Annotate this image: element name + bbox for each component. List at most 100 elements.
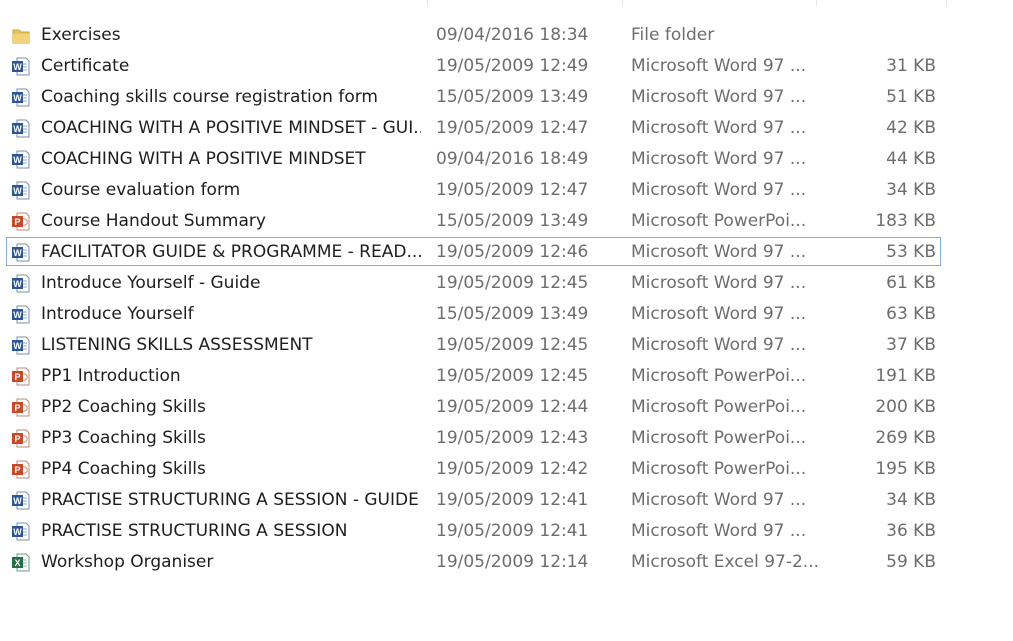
file-size: 34 KB (886, 490, 936, 510)
powerpoint-icon: P (12, 460, 30, 479)
file-name: Coaching skills course registration form (41, 87, 378, 107)
file-type: Microsoft PowerPoi... (631, 459, 807, 479)
powerpoint-icon: P (12, 429, 30, 448)
svg-text:W: W (13, 124, 22, 134)
file-type: Microsoft PowerPoi... (631, 397, 807, 417)
powerpoint-icon: P (12, 212, 30, 231)
file-row[interactable]: W PRACTISE STRUCTURING A SESSION - GUIDE 1… (6, 485, 941, 514)
file-name: Introduce Yourself (41, 304, 194, 324)
column-divider-date (427, 0, 428, 6)
file-type: Microsoft Excel 97-2... (631, 552, 819, 572)
file-row[interactable]: Exercises 09/04/2016 18:34 File folder (6, 20, 941, 49)
file-size: 36 KB (886, 521, 936, 541)
svg-text:W: W (13, 155, 22, 165)
file-type: Microsoft Word 97 ... (631, 242, 807, 262)
svg-text:X: X (14, 558, 20, 568)
file-type: Microsoft Word 97 ... (631, 56, 807, 76)
file-name: PP3 Coaching Skills (41, 428, 206, 448)
file-size: 269 KB (875, 428, 936, 448)
file-row[interactable]: W COACHING WITH A POSITIVE MINDSET - GUI.… (6, 113, 941, 142)
svg-text:W: W (13, 310, 22, 320)
file-name: FACILITATOR GUIDE & PROGRAMME - READ... (41, 242, 421, 262)
file-date-modified: 19/05/2009 12:47 (436, 118, 589, 138)
file-row[interactable]: W LISTENING SKILLS ASSESSMENT 19/05/2009 1… (6, 330, 941, 359)
file-size: 59 KB (886, 552, 936, 572)
file-type: Microsoft Word 97 ... (631, 304, 807, 324)
file-date-modified: 19/05/2009 12:41 (436, 521, 589, 541)
file-name: Introduce Yourself - Guide (41, 273, 261, 293)
file-date-modified: 19/05/2009 12:44 (436, 397, 589, 417)
svg-text:P: P (14, 403, 20, 413)
column-divider-end (946, 0, 947, 6)
file-row[interactable]: W Introduce Yourself 15/05/2009 13:49 Micro… (6, 299, 941, 328)
file-name: Exercises (41, 25, 121, 45)
file-name: PRACTISE STRUCTURING A SESSION (41, 521, 348, 541)
file-type: Microsoft Word 97 ... (631, 180, 807, 200)
file-date-modified: 19/05/2009 12:41 (436, 490, 589, 510)
file-row[interactable]: W FACILITATOR GUIDE & PROGRAMME - READ...… (6, 237, 941, 266)
svg-text:W: W (13, 279, 22, 289)
file-row[interactable]: W Certificate 19/05/2009 12:49 Microsoft Wo… (6, 51, 941, 80)
svg-text:W: W (13, 496, 22, 506)
powerpoint-icon: P (12, 398, 30, 417)
word-icon: W (12, 57, 30, 76)
word-icon: W (12, 181, 30, 200)
file-name: Workshop Organiser (41, 552, 214, 572)
file-row[interactable]: W PRACTISE STRUCTURING A SESSION 19/05/200… (6, 516, 941, 545)
word-icon: W (12, 243, 30, 262)
file-name: PP4 Coaching Skills (41, 459, 206, 479)
word-icon: W (12, 150, 30, 169)
file-row[interactable]: P PP4 Coaching Skills 19/05/2009 12:42 Micr… (6, 454, 941, 483)
svg-text:P: P (14, 217, 20, 227)
svg-text:P: P (14, 434, 20, 444)
file-date-modified: 19/05/2009 12:14 (436, 552, 589, 572)
file-size: 191 KB (875, 366, 936, 386)
file-type: Microsoft Word 97 ... (631, 149, 807, 169)
file-size: 37 KB (886, 335, 936, 355)
file-date-modified: 15/05/2009 13:49 (436, 304, 589, 324)
file-date-modified: 19/05/2009 12:46 (436, 242, 589, 262)
file-row[interactable]: X Workshop Organiser 19/05/2009 12:14 Micro… (6, 547, 941, 576)
file-type: Microsoft Word 97 ... (631, 490, 807, 510)
file-row[interactable]: P PP2 Coaching Skills 19/05/2009 12:44 Micr… (6, 392, 941, 421)
file-row[interactable]: W Introduce Yourself - Guide 19/05/2009 12… (6, 268, 941, 297)
file-date-modified: 19/05/2009 12:49 (436, 56, 589, 76)
file-size: 44 KB (886, 149, 936, 169)
file-row[interactable]: P PP1 Introduction 19/05/2009 12:45 Microso… (6, 361, 941, 390)
file-size: 195 KB (875, 459, 936, 479)
file-size: 200 KB (875, 397, 936, 417)
file-type: Microsoft PowerPoi... (631, 211, 807, 231)
file-date-modified: 15/05/2009 13:49 (436, 211, 589, 231)
excel-icon: X (12, 553, 30, 572)
folder-icon (12, 26, 30, 45)
file-row[interactable]: P Course Handout Summary 15/05/2009 13:49 M… (6, 206, 941, 235)
file-name: LISTENING SKILLS ASSESSMENT (41, 335, 313, 355)
file-type: File folder (631, 25, 715, 45)
word-icon: W (12, 88, 30, 107)
file-row[interactable]: W COACHING WITH A POSITIVE MINDSET 09/04/2… (6, 144, 941, 173)
svg-text:W: W (13, 93, 22, 103)
file-type: Microsoft Word 97 ... (631, 335, 807, 355)
svg-text:W: W (13, 527, 22, 537)
file-type: Microsoft PowerPoi... (631, 428, 807, 448)
word-icon: W (12, 305, 30, 324)
svg-text:W: W (13, 62, 22, 72)
file-row[interactable]: W Course evaluation form 19/05/2009 12:47 M… (6, 175, 941, 204)
word-icon: W (12, 336, 30, 355)
powerpoint-icon: P (12, 367, 30, 386)
file-name: PRACTISE STRUCTURING A SESSION - GUIDE (41, 490, 419, 510)
file-row[interactable]: P PP3 Coaching Skills 19/05/2009 12:43 Micr… (6, 423, 941, 452)
file-name: PP1 Introduction (41, 366, 181, 386)
svg-text:W: W (13, 341, 22, 351)
file-name: COACHING WITH A POSITIVE MINDSET (41, 149, 366, 169)
svg-text:P: P (14, 372, 20, 382)
file-date-modified: 15/05/2009 13:49 (436, 87, 589, 107)
file-size: 31 KB (886, 56, 936, 76)
file-name: Certificate (41, 56, 130, 76)
file-type: Microsoft Word 97 ... (631, 87, 807, 107)
file-date-modified: 09/04/2016 18:34 (436, 25, 589, 45)
file-date-modified: 19/05/2009 12:47 (436, 180, 589, 200)
file-size: 34 KB (886, 180, 936, 200)
file-row[interactable]: W Coaching skills course registration for… (6, 82, 941, 111)
file-type: Microsoft Word 97 ... (631, 521, 807, 541)
